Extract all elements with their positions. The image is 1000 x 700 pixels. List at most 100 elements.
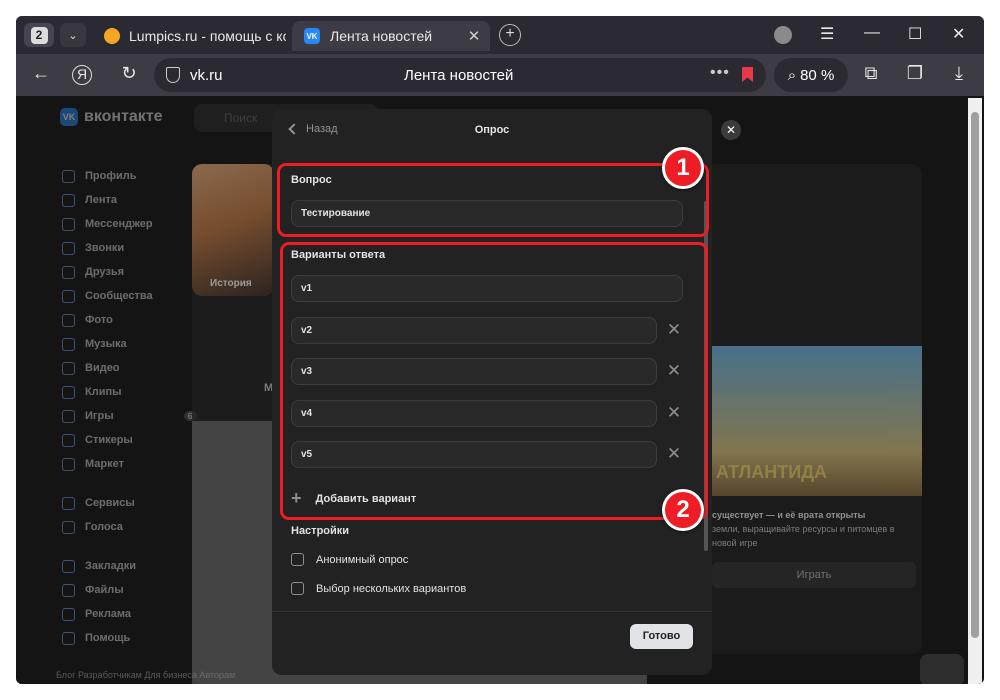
profile-avatar[interactable] bbox=[774, 26, 792, 44]
communities-icon bbox=[62, 289, 75, 303]
checkbox-label: Выбор нескольких вариантов bbox=[316, 582, 467, 595]
services-icon bbox=[62, 496, 75, 510]
sidebar-item[interactable]: Музыка bbox=[62, 332, 197, 356]
sidebar-item[interactable]: Голоса bbox=[62, 515, 197, 539]
market-icon bbox=[62, 457, 75, 471]
sidebar-item[interactable]: Реклама bbox=[62, 602, 197, 626]
tab-list-chevron-icon[interactable]: ⌄ bbox=[60, 23, 86, 47]
modal-footer: Готово bbox=[272, 611, 712, 675]
sidebar-label: Клипы bbox=[85, 386, 122, 398]
sidebar-label: Реклама bbox=[85, 608, 132, 620]
highlight-answers bbox=[280, 242, 708, 520]
checkbox-icon bbox=[291, 582, 304, 595]
checkbox-label: Анонимный опрос bbox=[316, 553, 409, 566]
bookmark-icon[interactable] bbox=[742, 67, 753, 82]
close-modal-icon[interactable]: ✕ bbox=[721, 120, 741, 140]
sidebar-item[interactable]: Друзья bbox=[62, 260, 197, 284]
music-icon bbox=[62, 337, 75, 351]
sidebar-item[interactable]: Игры 6 bbox=[62, 404, 197, 428]
reload-icon[interactable]: ↻ bbox=[116, 63, 142, 87]
ad-text: существует — и её врата открыты bbox=[712, 510, 866, 520]
multiple-choice-checkbox[interactable]: Выбор нескольких вариантов bbox=[291, 582, 466, 595]
tab-count: 2 bbox=[30, 26, 48, 44]
story-label: История bbox=[210, 278, 252, 289]
more-dots-icon[interactable]: ••• bbox=[710, 64, 730, 82]
play-label: Играть bbox=[796, 569, 832, 581]
new-tab-button[interactable]: + bbox=[499, 24, 521, 46]
sidebar-label: Файлы bbox=[85, 584, 124, 596]
ad-title: АТЛАНТИДА bbox=[716, 462, 828, 482]
play-button[interactable]: Играть bbox=[712, 562, 916, 588]
sidebar-label: Друзья bbox=[85, 266, 125, 278]
sidebar-label: Видео bbox=[85, 362, 120, 374]
sidebar-item[interactable]: Звонки bbox=[62, 236, 197, 260]
extensions-icon[interactable]: ⧉ bbox=[858, 63, 884, 87]
download-icon[interactable]: ⤓ bbox=[946, 63, 972, 87]
sidebar-label: Фото bbox=[85, 314, 113, 326]
bookmarks-icon bbox=[62, 559, 75, 573]
back-arrow-icon[interactable]: ← bbox=[28, 63, 54, 87]
highlight-question bbox=[277, 163, 709, 237]
maximize-icon[interactable]: ☐ bbox=[908, 24, 922, 44]
sidebar-item[interactable]: Сервисы bbox=[62, 491, 197, 515]
address-bar[interactable]: vk.ru Лента новостей ••• bbox=[154, 58, 766, 92]
video-icon bbox=[62, 361, 75, 375]
sidebar-item[interactable]: Лента bbox=[62, 188, 197, 212]
tab-count-button[interactable]: 2 bbox=[24, 23, 54, 47]
sidebar-item[interactable]: Файлы bbox=[62, 578, 197, 602]
close-tab-icon[interactable]: ✕ bbox=[464, 27, 484, 45]
close-window-icon[interactable]: ✕ bbox=[952, 24, 965, 44]
page-scrollbar[interactable] bbox=[968, 98, 982, 684]
modal-header: Назад Опрос bbox=[272, 109, 712, 153]
sidebar-item[interactable]: Клипы bbox=[62, 380, 197, 404]
calls-icon bbox=[62, 241, 75, 255]
sidebar-item[interactable]: Профиль bbox=[62, 164, 197, 188]
feed-icon bbox=[62, 193, 75, 207]
minimize-icon[interactable]: — bbox=[864, 24, 880, 42]
done-button[interactable]: Готово bbox=[630, 624, 693, 649]
sidebar-item[interactable]: Помощь bbox=[62, 626, 197, 650]
collections-icon[interactable]: ❐ bbox=[902, 63, 928, 87]
vk-logo[interactable]: VK вконтакте bbox=[60, 108, 163, 126]
sidebar-item[interactable]: Видео bbox=[62, 356, 197, 380]
zoom-level: 80 % bbox=[800, 66, 835, 84]
files-icon bbox=[62, 583, 75, 597]
lumpics-favicon-icon bbox=[104, 28, 120, 44]
stickers-icon bbox=[62, 433, 75, 447]
sidebar-label: Сообщества bbox=[85, 290, 153, 302]
sidebar-label: Лента bbox=[85, 194, 117, 206]
sidebar-item[interactable]: Фото bbox=[62, 308, 197, 332]
ad-image[interactable]: АТЛАНТИДА bbox=[706, 346, 922, 496]
sidebar-item[interactable]: Стикеры bbox=[62, 428, 197, 452]
menu-icon[interactable]: ☰ bbox=[820, 24, 834, 44]
callout-badge-1: 1 bbox=[662, 147, 704, 189]
story-card[interactable]: История bbox=[192, 164, 274, 296]
yandex-icon[interactable]: Я bbox=[72, 65, 92, 85]
sidebar-item[interactable]: Закладки bbox=[62, 554, 197, 578]
sidebar-item[interactable]: Сообщества bbox=[62, 284, 197, 308]
chat-button[interactable] bbox=[920, 654, 964, 684]
sidebar-label: Музыка bbox=[85, 338, 127, 350]
ad-description: существует — и её врата открыты земли, вы… bbox=[712, 508, 912, 550]
tab-bar: 2 ⌄ Lumpics.ru - помощь с ком VK Лента н… bbox=[16, 16, 984, 54]
sidebar-label: Профиль bbox=[85, 170, 137, 182]
sidebar-label: Сервисы bbox=[85, 497, 135, 509]
clips-icon bbox=[62, 385, 75, 399]
tab-lumpics[interactable]: Lumpics.ru - помощь с ком bbox=[94, 21, 286, 51]
sidebar-item[interactable]: Мессенджер bbox=[62, 212, 197, 236]
callout-badge-2: 2 bbox=[662, 489, 704, 531]
sidebar-label: Маркет bbox=[85, 458, 124, 470]
footer-links[interactable]: Блог Разработчикам Для бизнеса Авторам bbox=[56, 670, 235, 680]
sidebar-label: Игры bbox=[85, 410, 114, 422]
anonymous-checkbox[interactable]: Анонимный опрос bbox=[291, 553, 408, 566]
ad-text-2: земли, выращивайте ресурсы и питомцев в … bbox=[712, 524, 895, 548]
profile-icon bbox=[62, 169, 75, 183]
tab-vk[interactable]: VK Лента новостей ✕ bbox=[292, 21, 490, 51]
sidebar-item[interactable]: Маркет bbox=[62, 452, 197, 476]
zoom-button[interactable]: ⌕ 80 % bbox=[774, 58, 848, 92]
shield-icon[interactable] bbox=[166, 67, 180, 83]
scrollbar-thumb[interactable] bbox=[971, 112, 979, 638]
vk-favicon-icon: VK bbox=[304, 28, 320, 44]
sidebar-label: Помощь bbox=[85, 632, 131, 644]
sidebar-label: Закладки bbox=[85, 560, 137, 572]
